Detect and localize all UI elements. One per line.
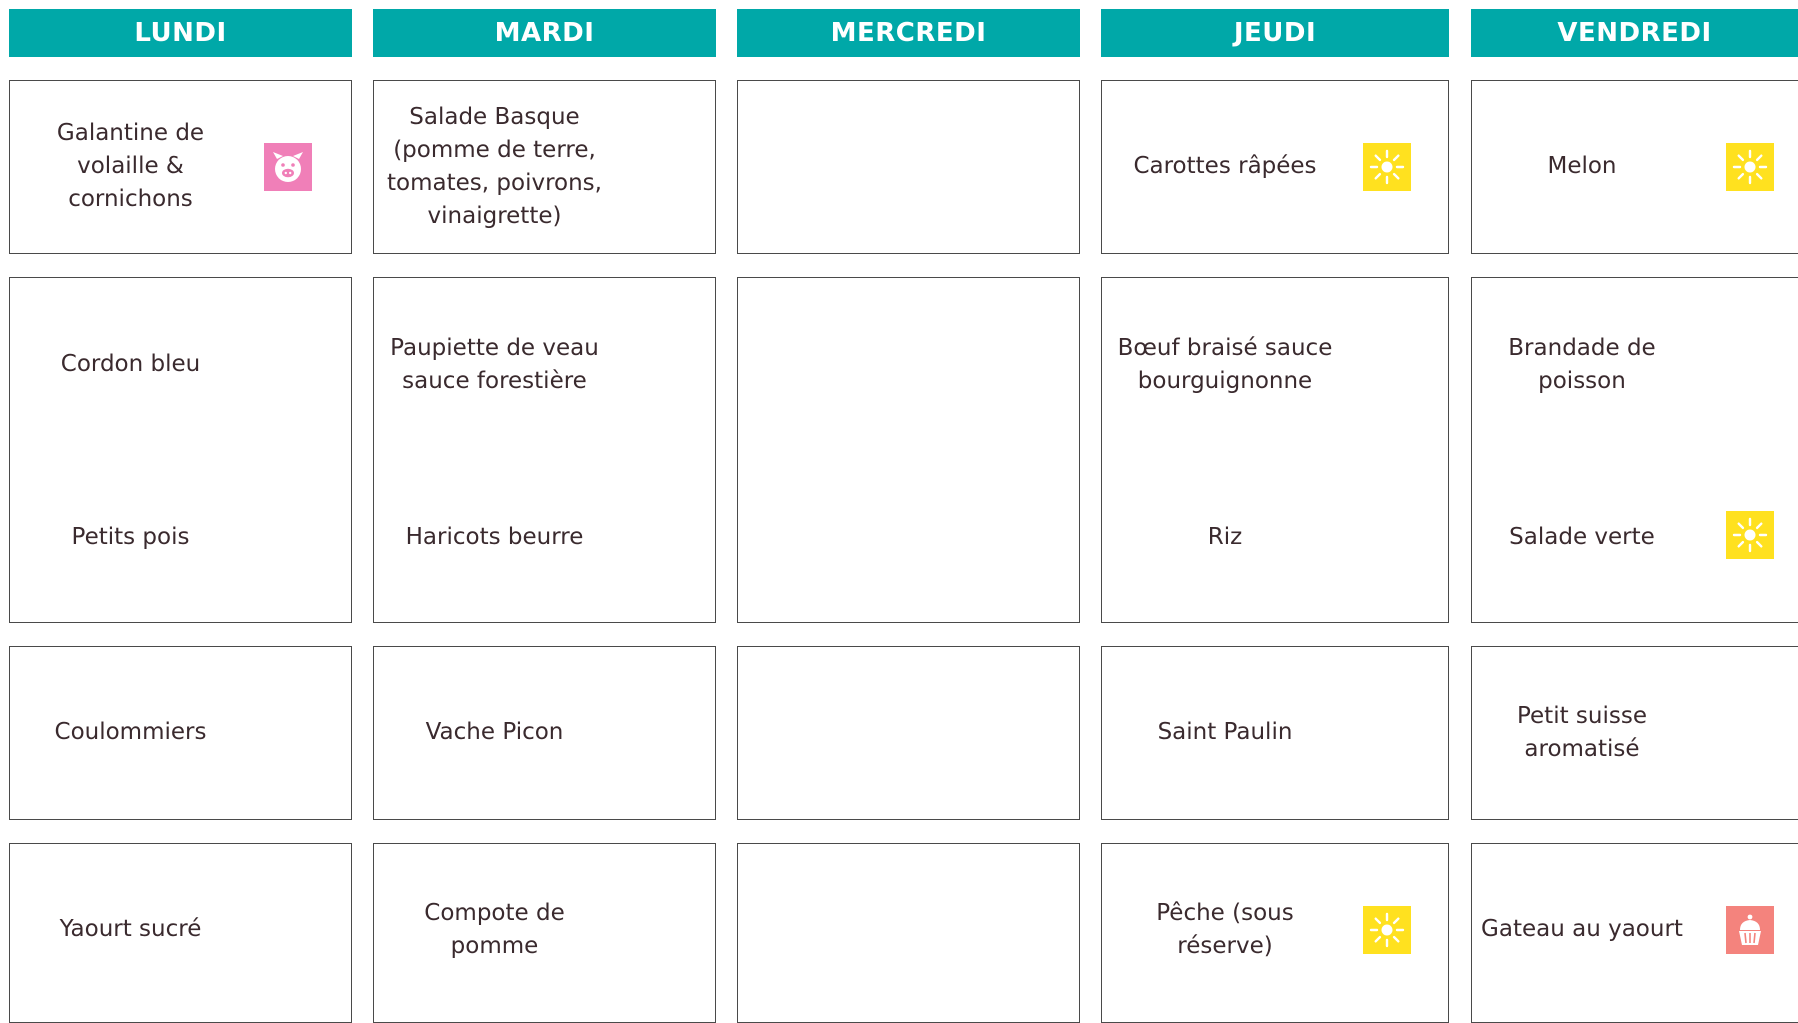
side-dish-text: Petits pois	[71, 524, 190, 550]
cell-lundi-dessert: Yaourt sucré	[9, 843, 352, 1023]
dish-text: Melon	[1547, 153, 1617, 179]
cell-mercredi-entree	[737, 80, 1080, 254]
cell-jeudi-fromage: Saint Paulin	[1101, 646, 1449, 820]
cell-lundi-plat: Cordon bleu Petits pois	[9, 277, 352, 623]
sun-icon	[1363, 906, 1411, 954]
cell-mercredi-plat	[737, 277, 1080, 623]
dish-text: Pêche (sous réserve)	[1156, 899, 1294, 959]
dish-text: Cordon bleu	[60, 351, 201, 377]
cell-mercredi-dessert	[737, 843, 1080, 1023]
dish-text: Gateau au yaourt	[1481, 916, 1683, 942]
dish-text: Bœuf braisé sauce bourguignonne	[1117, 334, 1333, 394]
cell-vendredi-dessert: Gateau au yaourt	[1471, 843, 1798, 1023]
cell-jeudi-dessert: Pêche (sous réserve)	[1101, 843, 1449, 1023]
dish-text: Vache Picon	[425, 719, 564, 745]
sun-icon	[1726, 143, 1774, 191]
cell-jeudi-entree: Carottes râpées	[1101, 80, 1449, 254]
dish-text: Paupiette de veau sauce forestière	[390, 334, 599, 394]
pork-icon	[264, 143, 312, 191]
cupcake-icon	[1726, 906, 1774, 954]
day-header-vendredi: VENDREDI	[1471, 9, 1798, 57]
dish-text: Yaourt sucré	[59, 916, 202, 942]
dish-text: Galantine de volaille & cornichons	[56, 120, 205, 212]
dish-text: Salade Basque (pomme de terre, tomates, …	[387, 103, 602, 229]
cell-vendredi-fromage: Petit suisse aromatisé	[1471, 646, 1798, 820]
cell-vendredi-plat: Brandade de poisson Salade verte	[1471, 277, 1798, 623]
sun-icon	[1363, 143, 1411, 191]
sun-icon	[1726, 511, 1774, 559]
dish-text: Petit suisse aromatisé	[1516, 702, 1647, 762]
cell-mardi-fromage: Vache Picon	[373, 646, 716, 820]
cell-mardi-dessert: Compote de pomme	[373, 843, 716, 1023]
cell-mardi-entree: Salade Basque (pomme de terre, tomates, …	[373, 80, 716, 254]
cell-jeudi-plat: Bœuf braisé sauce bourguignonne Riz	[1101, 277, 1449, 623]
side-dish-text: Salade verte	[1509, 524, 1655, 550]
cell-lundi-entree: Galantine de volaille & cornichons	[9, 80, 352, 254]
cell-mercredi-fromage	[737, 646, 1080, 820]
dish-text: Saint Paulin	[1157, 719, 1293, 745]
day-header-mardi: MARDI	[373, 9, 716, 57]
cell-vendredi-entree: Melon	[1471, 80, 1798, 254]
dish-text: Compote de pomme	[424, 899, 565, 959]
dish-text: Brandade de poisson	[1508, 334, 1656, 394]
day-header-jeudi: JEUDI	[1101, 9, 1449, 57]
day-header-lundi: LUNDI	[9, 9, 352, 57]
dish-text: Coulommiers	[54, 719, 207, 745]
side-dish-text: Haricots beurre	[405, 524, 584, 550]
side-dish-text: Riz	[1207, 524, 1243, 550]
cell-lundi-fromage: Coulommiers	[9, 646, 352, 820]
day-header-mercredi: MERCREDI	[737, 9, 1080, 57]
cell-mardi-plat: Paupiette de veau sauce forestière Haric…	[373, 277, 716, 623]
dish-text: Carottes râpées	[1133, 153, 1317, 179]
